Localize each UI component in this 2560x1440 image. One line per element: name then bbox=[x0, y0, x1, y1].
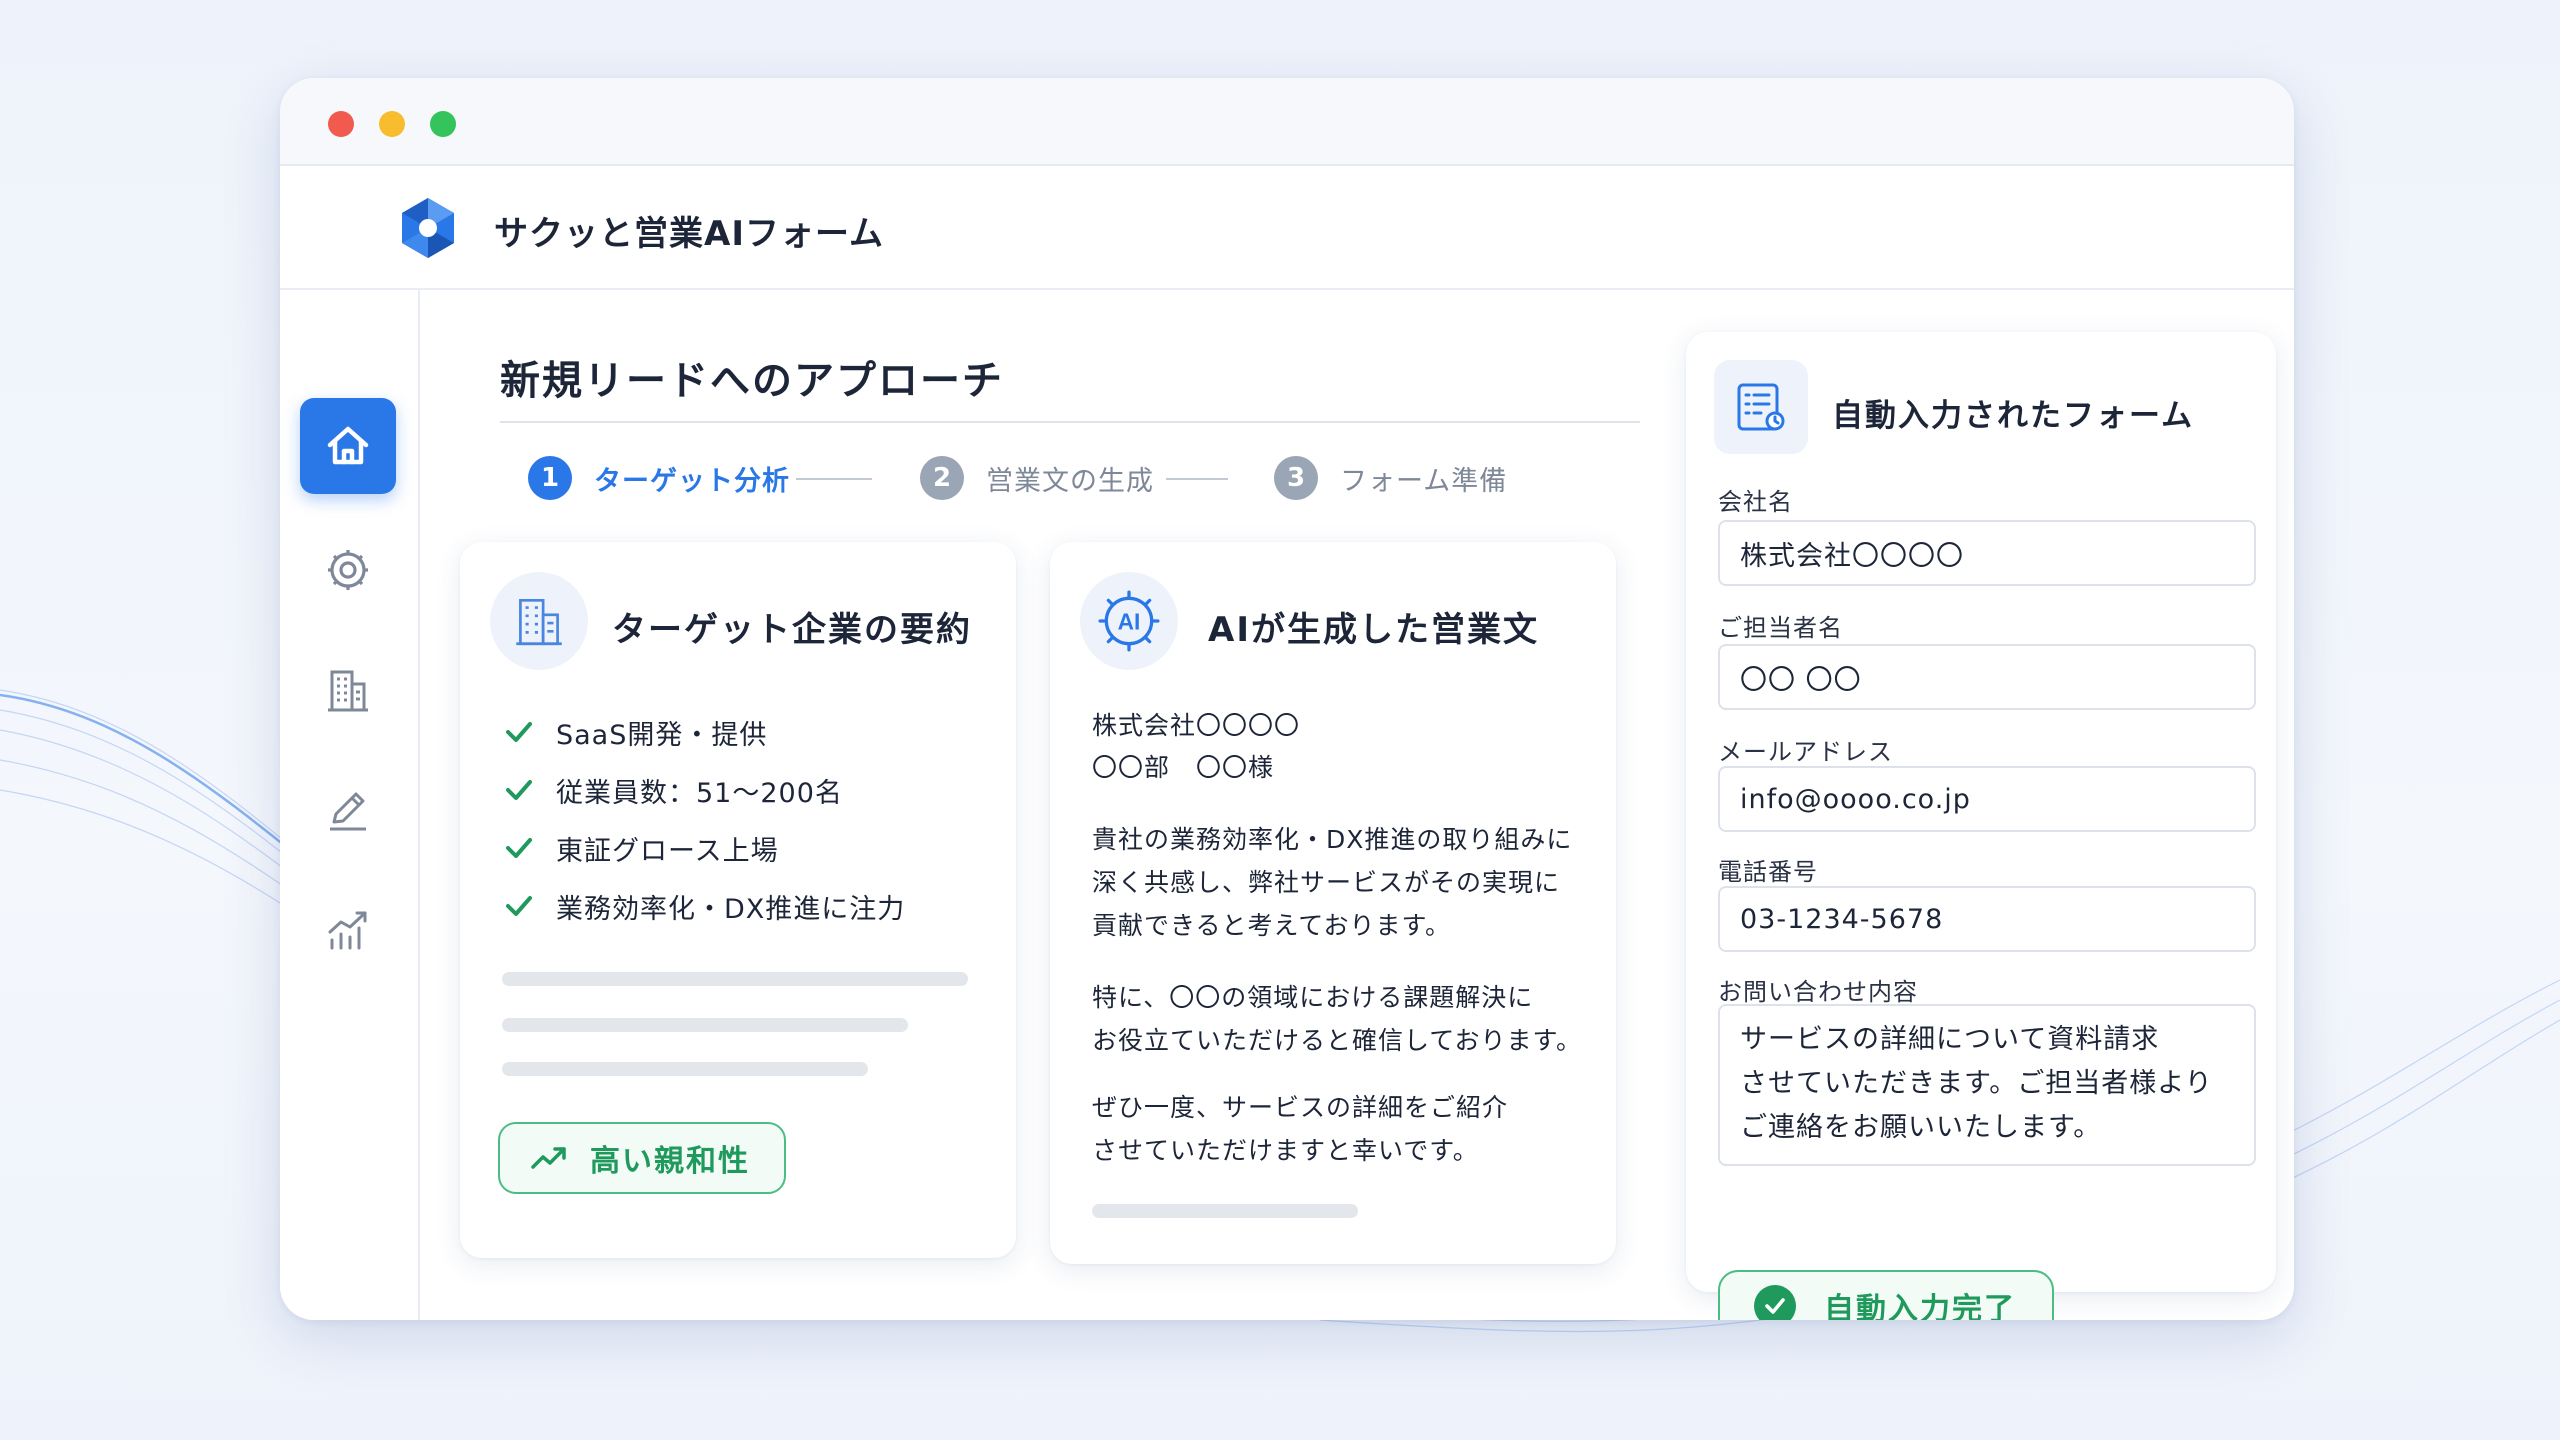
step-number: 1 bbox=[528, 456, 572, 500]
skeleton-line bbox=[502, 1018, 908, 1032]
sidebar-item-companies[interactable] bbox=[300, 642, 396, 738]
svg-text:AI: AI bbox=[1118, 608, 1141, 634]
company-field[interactable]: 株式会社〇〇〇〇 bbox=[1718, 520, 2256, 586]
letter-line: させていただけますと幸いです。 bbox=[1092, 1136, 1479, 1165]
ai-copy-card: AI AIが生成した営業文 株式会社〇〇〇〇 〇〇部 〇〇様 貴社の業務効率化・… bbox=[1050, 542, 1616, 1264]
card-title: AIが生成した営業文 bbox=[1208, 610, 1539, 650]
app-title: サクッと営業AIフォーム bbox=[494, 214, 884, 254]
close-window-button[interactable] bbox=[328, 111, 354, 137]
step-form-prep[interactable]: 3 フォーム準備 bbox=[1274, 454, 1507, 502]
step-label: 営業文の生成 bbox=[986, 465, 1154, 497]
sidebar-item-settings[interactable] bbox=[300, 522, 396, 618]
email-field[interactable]: info@oooo.co.jp bbox=[1718, 766, 2256, 832]
app-logo-icon bbox=[402, 198, 454, 258]
summary-item-text: 業務効率化・DX推進に注力 bbox=[556, 893, 906, 925]
phone-field[interactable]: 03-1234-5678 bbox=[1718, 886, 2256, 952]
sidebar bbox=[280, 290, 420, 1320]
letter-recipient-person: 〇〇部 〇〇様 bbox=[1092, 753, 1275, 782]
sidebar-item-compose[interactable] bbox=[300, 762, 396, 858]
app-window: サクッと営業AIフォーム 新規リードへのアプローチ 1 ターゲット分析 2 営業… bbox=[280, 78, 2294, 1320]
person-label: ご担当者名 bbox=[1718, 614, 1843, 642]
summary-item-text: 東証グロース上場 bbox=[556, 835, 779, 867]
card-title: 自動入力されたフォーム bbox=[1832, 398, 2195, 434]
phone-label: 電話番号 bbox=[1718, 858, 1818, 886]
letter-line: 深く共感し、弊社サービスがその実現に bbox=[1092, 868, 1561, 897]
inquiry-label: お問い合わせ内容 bbox=[1718, 978, 1918, 1006]
pencil-icon bbox=[330, 792, 366, 831]
step-label: フォーム準備 bbox=[1340, 465, 1508, 497]
inquiry-textarea[interactable]: サービスの詳細について資料請求 させていただきます。ご担当者様より ご連絡をお願… bbox=[1718, 1004, 2256, 1166]
ai-chip-icon: AI bbox=[1098, 590, 1160, 652]
summary-item: SaaS開発・提供 bbox=[502, 710, 767, 754]
letter-line: 特に、〇〇の領域における課題解決に bbox=[1092, 983, 1534, 1012]
step-generate-copy[interactable]: 2 営業文の生成 bbox=[920, 454, 1154, 502]
form-icon bbox=[1737, 383, 1785, 431]
summary-item-text: 従業員数：51〜200名 bbox=[556, 777, 843, 809]
step-target-analysis[interactable]: 1 ターゲット分析 bbox=[528, 454, 790, 502]
step-indicator: 1 ターゲット分析 2 営業文の生成 3 フォーム準備 bbox=[528, 454, 1628, 502]
person-field[interactable]: 〇〇 〇〇 bbox=[1718, 644, 2256, 710]
app-header: サクッと営業AIフォーム bbox=[280, 166, 2294, 290]
page-title: 新規リードへのアプローチ bbox=[500, 358, 1004, 404]
skeleton-line bbox=[502, 972, 968, 986]
building-icon bbox=[516, 598, 562, 646]
minimize-window-button[interactable] bbox=[379, 111, 405, 137]
letter-line: ぜひ一度、サービスの詳細をご紹介 bbox=[1092, 1093, 1509, 1122]
skeleton-line bbox=[1092, 1204, 1358, 1218]
check-icon bbox=[506, 838, 532, 858]
card-icon bbox=[1714, 360, 1808, 454]
step-connector bbox=[796, 478, 872, 480]
step-number: 3 bbox=[1274, 456, 1318, 500]
maximize-window-button[interactable] bbox=[430, 111, 456, 137]
target-summary-card: ターゲット企業の要約 SaaS開発・提供 従業員数：51〜200名 東証グロース… bbox=[460, 542, 1016, 1258]
gear-icon bbox=[328, 550, 368, 590]
card-title: ターゲット企業の要約 bbox=[612, 610, 972, 650]
card-icon: AI bbox=[1080, 572, 1178, 670]
summary-item-text: SaaS開発・提供 bbox=[556, 719, 768, 751]
home-icon bbox=[327, 426, 369, 465]
letter-line: お役立ていただけると確信しております。 bbox=[1092, 1026, 1583, 1055]
step-label: ターゲット分析 bbox=[594, 465, 790, 497]
card-icon bbox=[490, 572, 588, 670]
check-icon bbox=[506, 896, 532, 916]
letter-recipient-company: 株式会社〇〇〇〇 bbox=[1092, 711, 1301, 740]
affinity-badge: 高い親和性 bbox=[498, 1122, 786, 1194]
step-connector bbox=[1166, 478, 1228, 480]
summary-item: 東証グロース上場 bbox=[502, 826, 779, 870]
skeleton-line bbox=[502, 1062, 868, 1076]
title-divider bbox=[500, 421, 1640, 423]
email-label: メールアドレス bbox=[1718, 738, 1893, 766]
chart-icon bbox=[328, 911, 367, 950]
autofill-complete-button[interactable]: 自動入力完了 bbox=[1718, 1270, 2054, 1320]
sidebar-item-home[interactable] bbox=[300, 398, 396, 494]
summary-item: 業務効率化・DX推進に注力 bbox=[502, 884, 905, 928]
check-icon bbox=[506, 722, 532, 742]
company-label: 会社名 bbox=[1718, 488, 1793, 516]
sidebar-item-analytics[interactable] bbox=[300, 882, 396, 978]
affinity-badge-label: 高い親和性 bbox=[590, 1144, 750, 1179]
window-titlebar bbox=[280, 78, 2294, 166]
step-number: 2 bbox=[920, 456, 964, 500]
check-icon bbox=[506, 780, 532, 800]
summary-item: 従業員数：51〜200名 bbox=[502, 768, 843, 812]
check-circle-icon bbox=[1754, 1285, 1796, 1320]
autofill-complete-label: 自動入力完了 bbox=[1824, 1292, 2016, 1320]
auto-form-card: 自動入力されたフォーム 会社名 株式会社〇〇〇〇 ご担当者名 〇〇 〇〇 メール… bbox=[1686, 332, 2276, 1320]
trend-up-icon bbox=[531, 1147, 566, 1169]
building-icon bbox=[328, 670, 368, 712]
letter-line: 貢献できると考えております。 bbox=[1092, 911, 1452, 940]
letter-line: 貴社の業務効率化・DX推進の取り組みに bbox=[1092, 825, 1573, 854]
